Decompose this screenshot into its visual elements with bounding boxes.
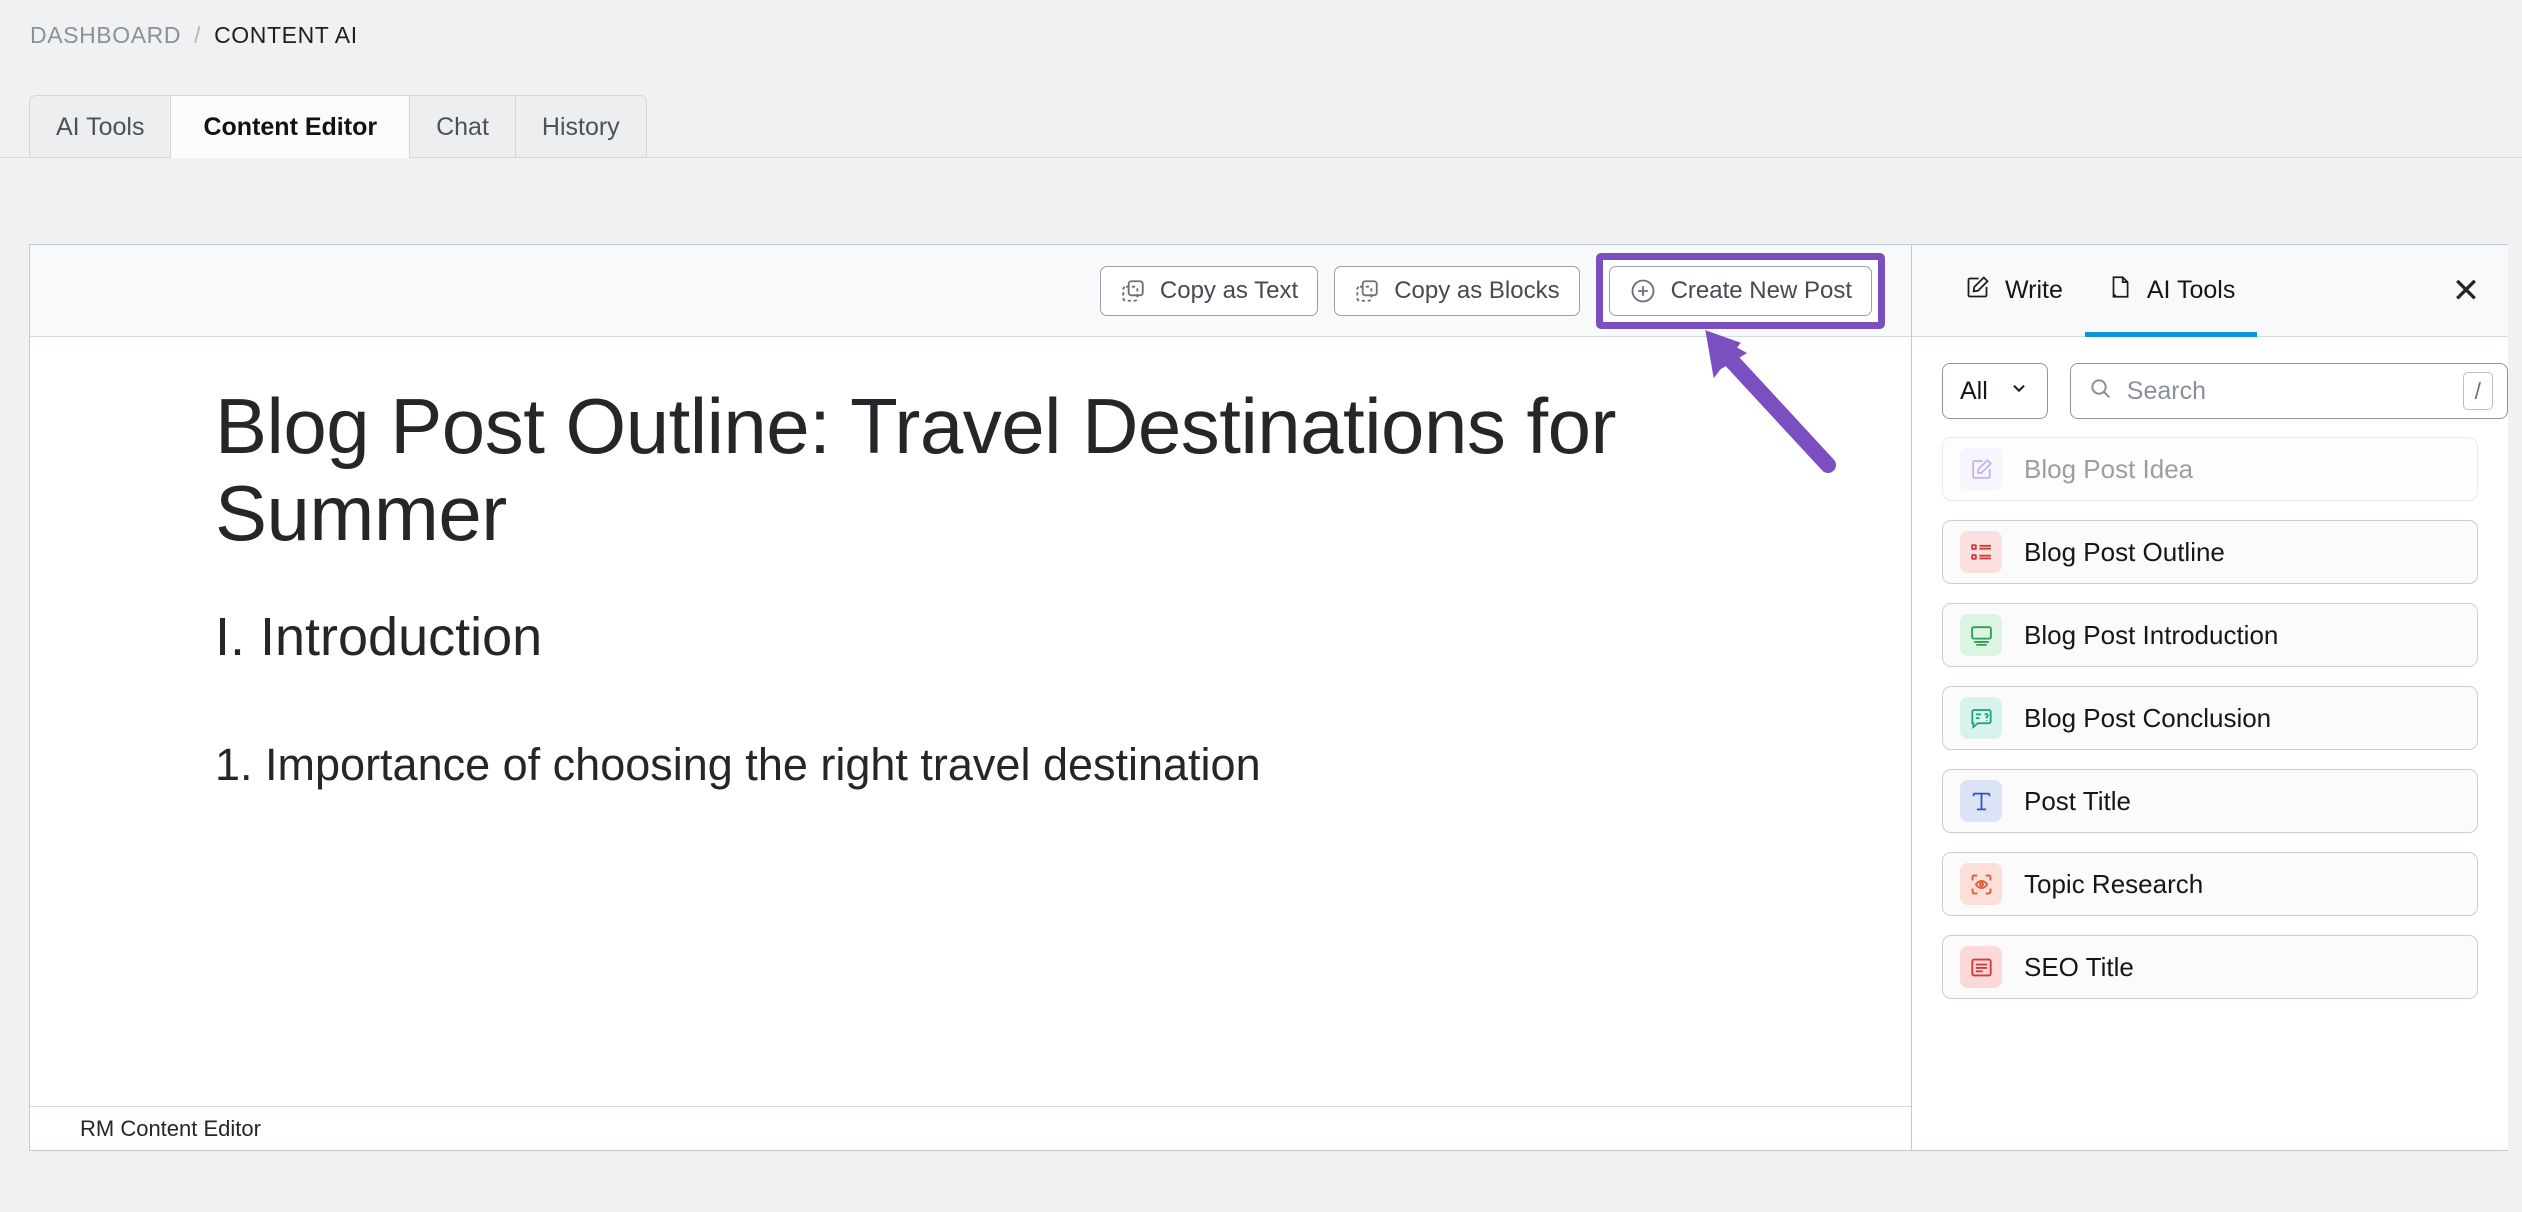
close-panel-button[interactable]: ✕ [2424, 245, 2508, 336]
tool-item-seo-title[interactable]: SEO Title [1942, 935, 2478, 999]
tab-ai-tools[interactable]: AI Tools [29, 95, 171, 158]
tool-item-post-title[interactable]: Post Title [1942, 769, 2478, 833]
tool-item-blog-post-introduction[interactable]: Blog Post Introduction [1942, 603, 2478, 667]
search-shortcut-key: / [2462, 372, 2493, 410]
content-ai-card: Copy as Text Copy as Blocks Create New P… [29, 244, 2508, 1151]
monitor-lines-icon [1960, 614, 2002, 656]
list-bullet-icon [1960, 531, 2002, 573]
tool-item-topic-research[interactable]: Topic Research [1942, 852, 2478, 916]
document-subheading: 1. Importance of choosing the right trav… [215, 738, 1261, 790]
text-title-icon [1960, 780, 2002, 822]
list-red-icon [1960, 946, 2002, 988]
document-canvas[interactable]: Blog Post Outline: Travel Destinations f… [30, 337, 1911, 1106]
document-title: Blog Post Outline: Travel Destinations f… [215, 382, 1617, 558]
panel-tab-write[interactable]: Write [1942, 245, 2085, 336]
tool-item-blog-post-conclusion[interactable]: Blog Post Conclusion [1942, 686, 2478, 750]
panel-tab-write-label: Write [2005, 276, 2063, 304]
tool-search-field[interactable]: / [2069, 363, 2508, 419]
statusbar-label: RM Content Editor [80, 1115, 261, 1141]
search-input[interactable] [2126, 376, 2449, 406]
close-icon: ✕ [2451, 271, 2481, 310]
chevron-down-icon [2008, 377, 2030, 406]
editor-statusbar: RM Content Editor [30, 1106, 1911, 1150]
tool-item-blog-post-outline[interactable]: Blog Post Outline [1942, 520, 2478, 584]
create-new-post-label: Create New Post [1670, 276, 1852, 304]
ai-tools-list[interactable]: Blog Post Idea Blog Post Outline Blog Po… [1912, 437, 2508, 1150]
tool-item-blog-post-idea[interactable]: Blog Post Idea [1942, 437, 2478, 501]
tool-item-label: Blog Post Idea [2024, 453, 2194, 484]
scan-eye-icon [1960, 863, 2002, 905]
create-new-post-highlight: Create New Post [1595, 252, 1885, 329]
tool-item-label: SEO Title [2024, 951, 2134, 982]
pencil-square-icon [1960, 448, 2002, 490]
create-new-post-button[interactable]: Create New Post [1608, 265, 1872, 316]
editor-toolbar: Copy as Text Copy as Blocks Create New P… [30, 245, 1911, 337]
document-icon [2107, 274, 2133, 307]
copy-as-text-label: Copy as Text [1159, 276, 1299, 304]
search-icon [2088, 376, 2113, 406]
copy-icon [1354, 278, 1380, 304]
tab-chat[interactable]: Chat [409, 95, 515, 158]
plus-circle-icon [1629, 277, 1657, 305]
tool-item-label: Blog Post Conclusion [2024, 702, 2272, 733]
tab-history[interactable]: History [514, 95, 647, 158]
tool-item-label: Blog Post Introduction [2024, 619, 2279, 650]
breadcrumb-current: CONTENT AI [214, 22, 358, 48]
tool-item-label: Post Title [2024, 785, 2131, 816]
editor-column: Copy as Text Copy as Blocks Create New P… [30, 245, 1912, 1150]
panel-filters: All / [1912, 337, 2508, 437]
chat-question-icon [1960, 697, 2002, 739]
panel-tab-ai-tools[interactable]: AI Tools [2084, 245, 2258, 337]
main-tabs: AI Tools Content Editor Chat History [29, 95, 647, 158]
tool-item-label: Topic Research [2024, 868, 2204, 899]
breadcrumb-dashboard[interactable]: DASHBOARD [30, 22, 181, 49]
document-section-heading: I. Introduction [215, 606, 543, 667]
tool-category-value: All [1960, 376, 1988, 405]
breadcrumb: DASHBOARD / CONTENT AI [30, 22, 358, 49]
panel-tabs: Write AI Tools ✕ [1912, 245, 2508, 337]
pencil-square-icon [1964, 274, 1991, 308]
breadcrumb-separator: / [194, 22, 202, 48]
copy-icon [1120, 278, 1146, 304]
copy-as-text-button[interactable]: Copy as Text [1099, 265, 1319, 316]
panel-tab-ai-tools-label: AI Tools [2146, 276, 2236, 304]
copy-as-blocks-button[interactable]: Copy as Blocks [1334, 265, 1580, 316]
tab-content-editor[interactable]: Content Editor [170, 95, 410, 158]
tool-category-select[interactable]: All [1942, 363, 2048, 419]
copy-as-blocks-label: Copy as Blocks [1394, 276, 1560, 304]
tool-item-label: Blog Post Outline [2024, 536, 2225, 567]
ai-side-panel: Write AI Tools ✕ All Search / Blog Post … [1912, 245, 2508, 1150]
